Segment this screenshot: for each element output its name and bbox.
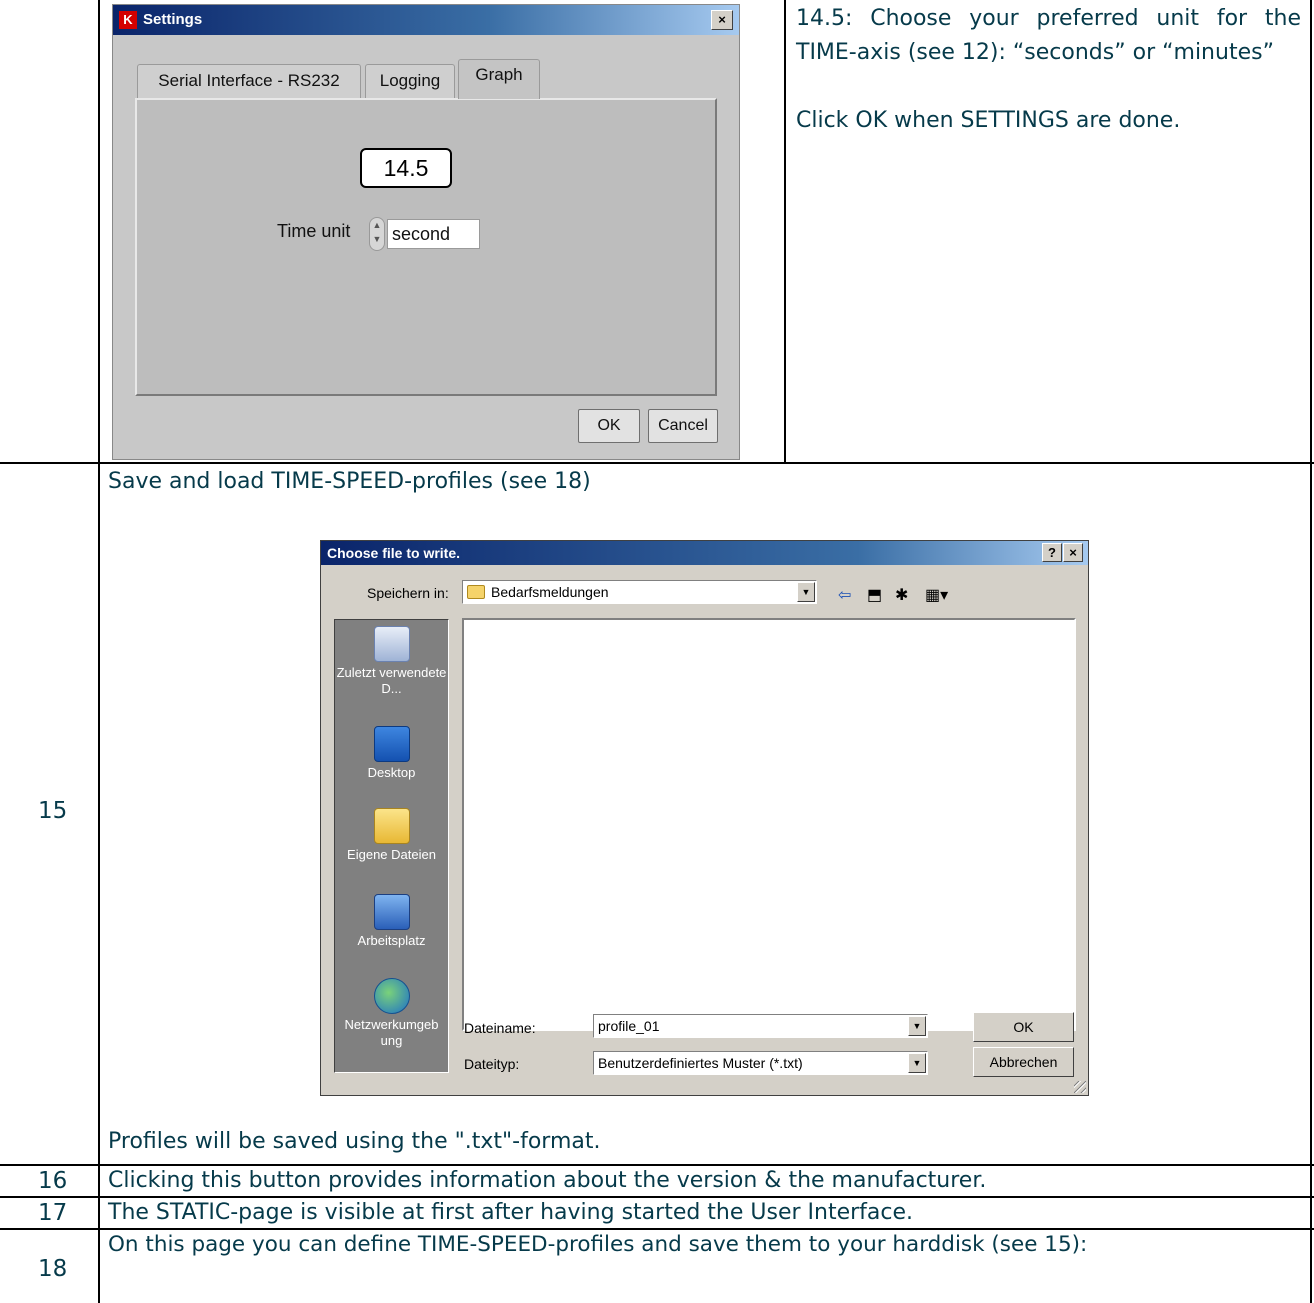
row15-heading: Save and load TIME-SPEED-profiles (see 1… <box>108 469 591 494</box>
row17-text: The STATIC-page is visible at first afte… <box>108 1200 914 1225</box>
manual-table: K Settings × Serial Interface - RS232 Lo… <box>0 0 1314 1303</box>
row-divider <box>0 462 1314 464</box>
save-in-dropdown[interactable]: Bedarfsmeldungen ▼ <box>462 580 817 604</box>
settings-title: Settings <box>143 11 203 28</box>
settings-window: K Settings × Serial Interface - RS232 Lo… <box>112 4 740 460</box>
annotation-callout: 14.5 <box>360 148 452 188</box>
tab-logging[interactable]: Logging <box>365 64 455 98</box>
my-computer-icon <box>373 894 410 930</box>
time-unit-spinner[interactable]: ▲ ▼ <box>369 217 385 251</box>
filename-input[interactable]: profile_01 ▼ <box>593 1014 928 1038</box>
view-menu-icon[interactable]: ▦▾ <box>925 585 948 605</box>
column-divider <box>1310 0 1312 1303</box>
filetype-label: Dateityp: <box>464 1056 520 1072</box>
settings-titlebar: K Settings × <box>113 5 739 35</box>
close-button[interactable]: × <box>1063 543 1083 562</box>
place-my-documents[interactable]: Eigene Dateien <box>335 808 448 863</box>
resize-grip[interactable] <box>1074 1081 1086 1093</box>
file-list[interactable] <box>462 618 1076 1031</box>
row18-text: On this page you can define TIME-SPEED-p… <box>108 1232 1088 1257</box>
row16-text: Clicking this button provides informatio… <box>108 1168 987 1193</box>
dialog-titlebar: Choose file to write. ? × <box>321 541 1088 565</box>
row-divider <box>0 1228 1314 1230</box>
back-arrow-icon[interactable]: ⇦ <box>838 585 851 605</box>
chevron-down-icon[interactable]: ▼ <box>908 1016 926 1036</box>
desktop-icon <box>373 726 410 762</box>
recent-documents-icon <box>373 626 410 662</box>
column-divider <box>98 0 100 1303</box>
dialog-title: Choose file to write. <box>327 545 461 561</box>
column-divider <box>784 0 786 463</box>
place-network[interactable]: Netzwerkumgeb ung <box>335 978 448 1049</box>
row-number: 16 <box>38 1168 68 1194</box>
cancel-button[interactable]: Abbrechen <box>973 1047 1074 1077</box>
tab-graph[interactable]: Graph <box>458 59 540 99</box>
cancel-button[interactable]: Cancel <box>648 409 718 443</box>
row-number: 17 <box>38 1200 68 1226</box>
new-folder-icon[interactable]: ✱ <box>895 585 908 605</box>
ok-button[interactable]: OK <box>578 409 640 443</box>
filetype-dropdown[interactable]: Benutzerdefiniertes Muster (*.txt) ▼ <box>593 1051 928 1075</box>
row-number: 18 <box>38 1256 68 1282</box>
time-unit-field[interactable]: second <box>387 219 480 249</box>
filename-value: profile_01 <box>598 1018 660 1034</box>
row-number: 15 <box>38 798 68 824</box>
place-desktop[interactable]: Desktop <box>335 726 448 781</box>
folder-icon <box>467 585 485 599</box>
ok-instruction: Click OK when SETTINGS are done. <box>796 108 1181 133</box>
tab-serial-interface[interactable]: Serial Interface - RS232 <box>137 64 361 98</box>
row15-footer: Profiles will be saved using the ".txt"-… <box>108 1129 601 1154</box>
place-label: Desktop <box>367 765 416 780</box>
place-my-computer[interactable]: Arbeitsplatz <box>335 894 448 949</box>
chevron-down-icon[interactable]: ▼ <box>908 1053 926 1073</box>
save-in-value: Bedarfsmeldungen <box>491 584 609 600</box>
my-documents-folder-icon <box>373 808 410 844</box>
row-divider <box>0 1196 1314 1198</box>
place-label: Zuletzt verwendete D... <box>336 665 447 696</box>
save-file-dialog: Choose file to write. ? × Speichern in: … <box>320 540 1089 1096</box>
time-unit-label: Time unit <box>277 221 351 241</box>
row14-description: 14.5: Choose your preferred unit for the… <box>796 2 1301 138</box>
save-in-label: Speichern in: <box>367 585 449 601</box>
close-button[interactable]: × <box>711 10 733 30</box>
chevron-down-icon[interactable]: ▼ <box>797 582 815 602</box>
help-button[interactable]: ? <box>1042 543 1062 562</box>
ok-button[interactable]: OK <box>973 1012 1074 1042</box>
place-label: Eigene Dateien <box>347 847 436 862</box>
places-bar: Zuletzt verwendete D... Desktop Eigene D… <box>334 619 449 1073</box>
filename-label: Dateiname: <box>464 1020 536 1036</box>
filetype-value: Benutzerdefiniertes Muster (*.txt) <box>598 1055 803 1071</box>
up-folder-icon[interactable]: ⬒ <box>867 585 882 605</box>
place-label: Netzwerkumgeb ung <box>344 1017 439 1048</box>
network-globe-icon <box>373 978 410 1014</box>
app-logo-icon: K <box>119 11 137 29</box>
time-unit-instruction: 14.5: Choose your preferred unit for the… <box>796 6 1301 65</box>
row-divider <box>0 1164 1314 1166</box>
place-label: Arbeitsplatz <box>357 933 426 948</box>
place-recent[interactable]: Zuletzt verwendete D... <box>335 626 448 697</box>
